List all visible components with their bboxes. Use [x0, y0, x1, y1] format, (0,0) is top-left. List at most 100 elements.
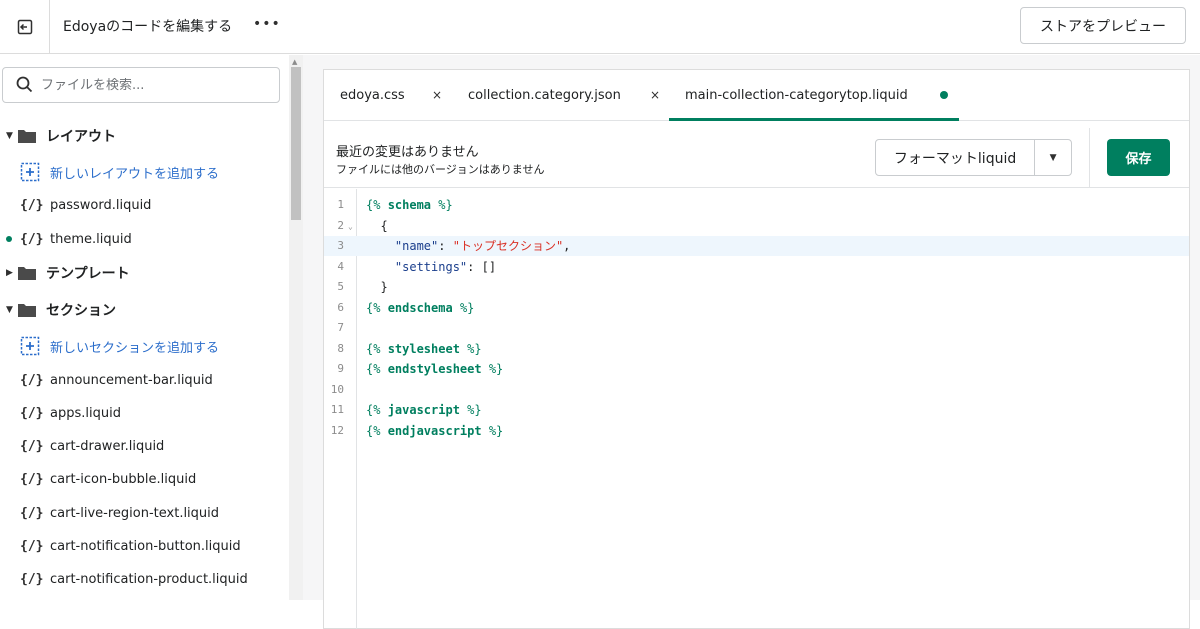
code-line[interactable]: 5 }	[324, 277, 1189, 297]
file-label: cart-notification-button.liquid	[50, 538, 241, 554]
active-tab-indicator	[669, 118, 959, 121]
code-editor[interactable]: 1 {% schema %} 2 ⌄ {3 "name": "トップセクション", 4 …	[324, 189, 1189, 629]
tab-label: collection.category.json	[468, 88, 621, 103]
file-info-bar: 最近の変更はありません ファイルには他のバージョンはありません フォーマットli…	[324, 128, 1189, 188]
tab-bar: edoya.css × collection.category.json × m…	[324, 70, 1189, 121]
code-line[interactable]: 1 {% schema %}	[324, 195, 1189, 215]
file-item[interactable]: {/} apps.liquid	[0, 399, 121, 427]
add-file-icon	[20, 336, 40, 356]
file-item[interactable]: {/} announcement-bar.liquid	[0, 366, 213, 394]
code-line[interactable]: 12 {% endjavascript %}	[324, 421, 1189, 441]
code-file-icon: {/}	[20, 231, 44, 247]
code-file-icon: {/}	[20, 405, 44, 421]
code-file-icon: {/}	[20, 538, 44, 554]
line-number: 8	[337, 341, 344, 355]
folder-icon	[18, 304, 36, 317]
add-layout-link[interactable]: 新しいレイアウトを追加する	[0, 158, 219, 186]
top-bar: Edoyaのコードを編集する ••• ストアをプレビュー	[0, 0, 1200, 54]
code-text: {% javascript %}	[366, 403, 482, 417]
editor-panel: edoya.css × collection.category.json × m…	[323, 69, 1190, 629]
tab-label: main-collection-categorytop.liquid	[685, 88, 908, 103]
chevron-down-icon: ▼	[6, 131, 13, 141]
code-text: {	[366, 218, 388, 233]
code-file-icon: {/}	[20, 438, 44, 454]
code-line[interactable]: 2 ⌄ {	[324, 216, 1189, 236]
code-file-icon: {/}	[20, 571, 44, 587]
line-number: 4	[337, 259, 344, 273]
tab-close-icon[interactable]: ×	[650, 88, 660, 102]
tab-collection-category-json[interactable]: collection.category.json	[468, 70, 621, 121]
tab-main-collection-categorytop-liquid[interactable]: main-collection-categorytop.liquid	[685, 70, 908, 121]
line-number: 9	[337, 362, 344, 375]
file-item[interactable]: {/} cart-drawer.liquid	[0, 432, 164, 460]
file-item[interactable]: {/} cart-icon-bubble.liquid	[0, 465, 196, 493]
code-file-icon: {/}	[20, 505, 44, 521]
scroll-up-arrow-icon[interactable]: ▲	[292, 58, 297, 66]
fold-chevron-icon[interactable]: ⌄	[348, 216, 353, 238]
line-number: 7	[337, 321, 344, 334]
code-file-icon: {/}	[20, 197, 44, 213]
line-number: 5	[337, 280, 344, 293]
scrollbar-thumb[interactable]	[291, 67, 301, 220]
code-text: {% endstylesheet %}	[366, 362, 504, 376]
line-number: 11	[330, 403, 344, 416]
line-number: 12	[330, 423, 344, 437]
save-button[interactable]: 保存	[1107, 139, 1170, 176]
search-input[interactable]	[41, 77, 261, 93]
main-area: edoya.css × collection.category.json × m…	[303, 55, 1200, 629]
tab-edoya-css[interactable]: edoya.css	[340, 70, 405, 121]
folder-sections[interactable]: ▼ セクション	[0, 296, 116, 324]
code-line[interactable]: 7	[324, 318, 1189, 338]
code-line[interactable]: 4 "settings": []	[324, 257, 1189, 277]
code-line[interactable]: 11 {% javascript %}	[324, 400, 1189, 420]
line-number: 1	[337, 198, 344, 211]
format-button-group: フォーマットliquid ▼	[875, 139, 1072, 176]
code-line[interactable]: 6 {% endschema %}	[324, 298, 1189, 318]
exit-icon	[17, 19, 32, 34]
folder-label: レイアウト	[46, 129, 116, 145]
changes-status: 最近の変更はありません	[336, 145, 479, 160]
file-search	[2, 67, 280, 103]
preview-store-button[interactable]: ストアをプレビュー	[1020, 7, 1186, 44]
tab-close-icon[interactable]: ×	[432, 88, 442, 102]
file-item[interactable]: {/} cart-live-region-text.liquid	[0, 499, 219, 527]
add-section-link[interactable]: 新しいセクションを追加する	[0, 332, 219, 360]
divider	[1089, 128, 1090, 188]
file-label: password.liquid	[50, 197, 152, 213]
folder-templates[interactable]: ▶ テンプレート	[0, 259, 130, 287]
line-number: 3	[337, 239, 344, 252]
add-file-icon	[20, 162, 40, 182]
more-actions-button[interactable]: •••	[253, 16, 281, 32]
line-number: 6	[337, 300, 344, 314]
code-file-icon: {/}	[20, 372, 44, 388]
unsaved-dot	[940, 91, 948, 99]
code-text: {% schema %}	[366, 198, 453, 212]
code-line[interactable]: 3 "name": "トップセクション",	[324, 236, 1189, 256]
file-item[interactable]: {/} theme.liquid	[0, 225, 132, 253]
file-label: cart-drawer.liquid	[50, 438, 165, 454]
code-line[interactable]: 10	[324, 380, 1189, 400]
format-liquid-button[interactable]: フォーマットliquid	[876, 140, 1036, 175]
code-line[interactable]: 8 {% stylesheet %}	[324, 339, 1189, 359]
file-item[interactable]: {/} cart-notification-button.liquid	[0, 532, 241, 560]
tab-label: edoya.css	[340, 88, 405, 103]
code-text: }	[366, 280, 388, 294]
file-label: cart-notification-product.liquid	[50, 571, 248, 587]
chevron-right-icon: ▶	[6, 268, 13, 278]
folder-label: セクション	[46, 303, 116, 319]
sidebar-scrollbar[interactable]: ▲	[289, 55, 303, 600]
add-layout-label: 新しいレイアウトを追加する	[50, 166, 220, 182]
line-number: 10	[330, 382, 344, 396]
file-item[interactable]: {/} cart-notification-product.liquid	[0, 565, 248, 593]
chevron-down-icon[interactable]: ▼	[1035, 140, 1071, 175]
versions-status: ファイルには他のバージョンはありません	[336, 163, 545, 176]
code-file-icon: {/}	[20, 471, 44, 487]
code-line[interactable]: 9 {% endstylesheet %}	[324, 359, 1189, 379]
add-section-label: 新しいセクションを追加する	[50, 340, 220, 356]
folder-icon	[18, 267, 36, 280]
folder-layout[interactable]: ▼ レイアウト	[0, 122, 116, 150]
exit-button[interactable]	[0, 0, 50, 53]
file-label: announcement-bar.liquid	[50, 372, 213, 388]
file-item[interactable]: {/} password.liquid	[0, 191, 151, 219]
code-text: "settings": []	[394, 259, 497, 274]
